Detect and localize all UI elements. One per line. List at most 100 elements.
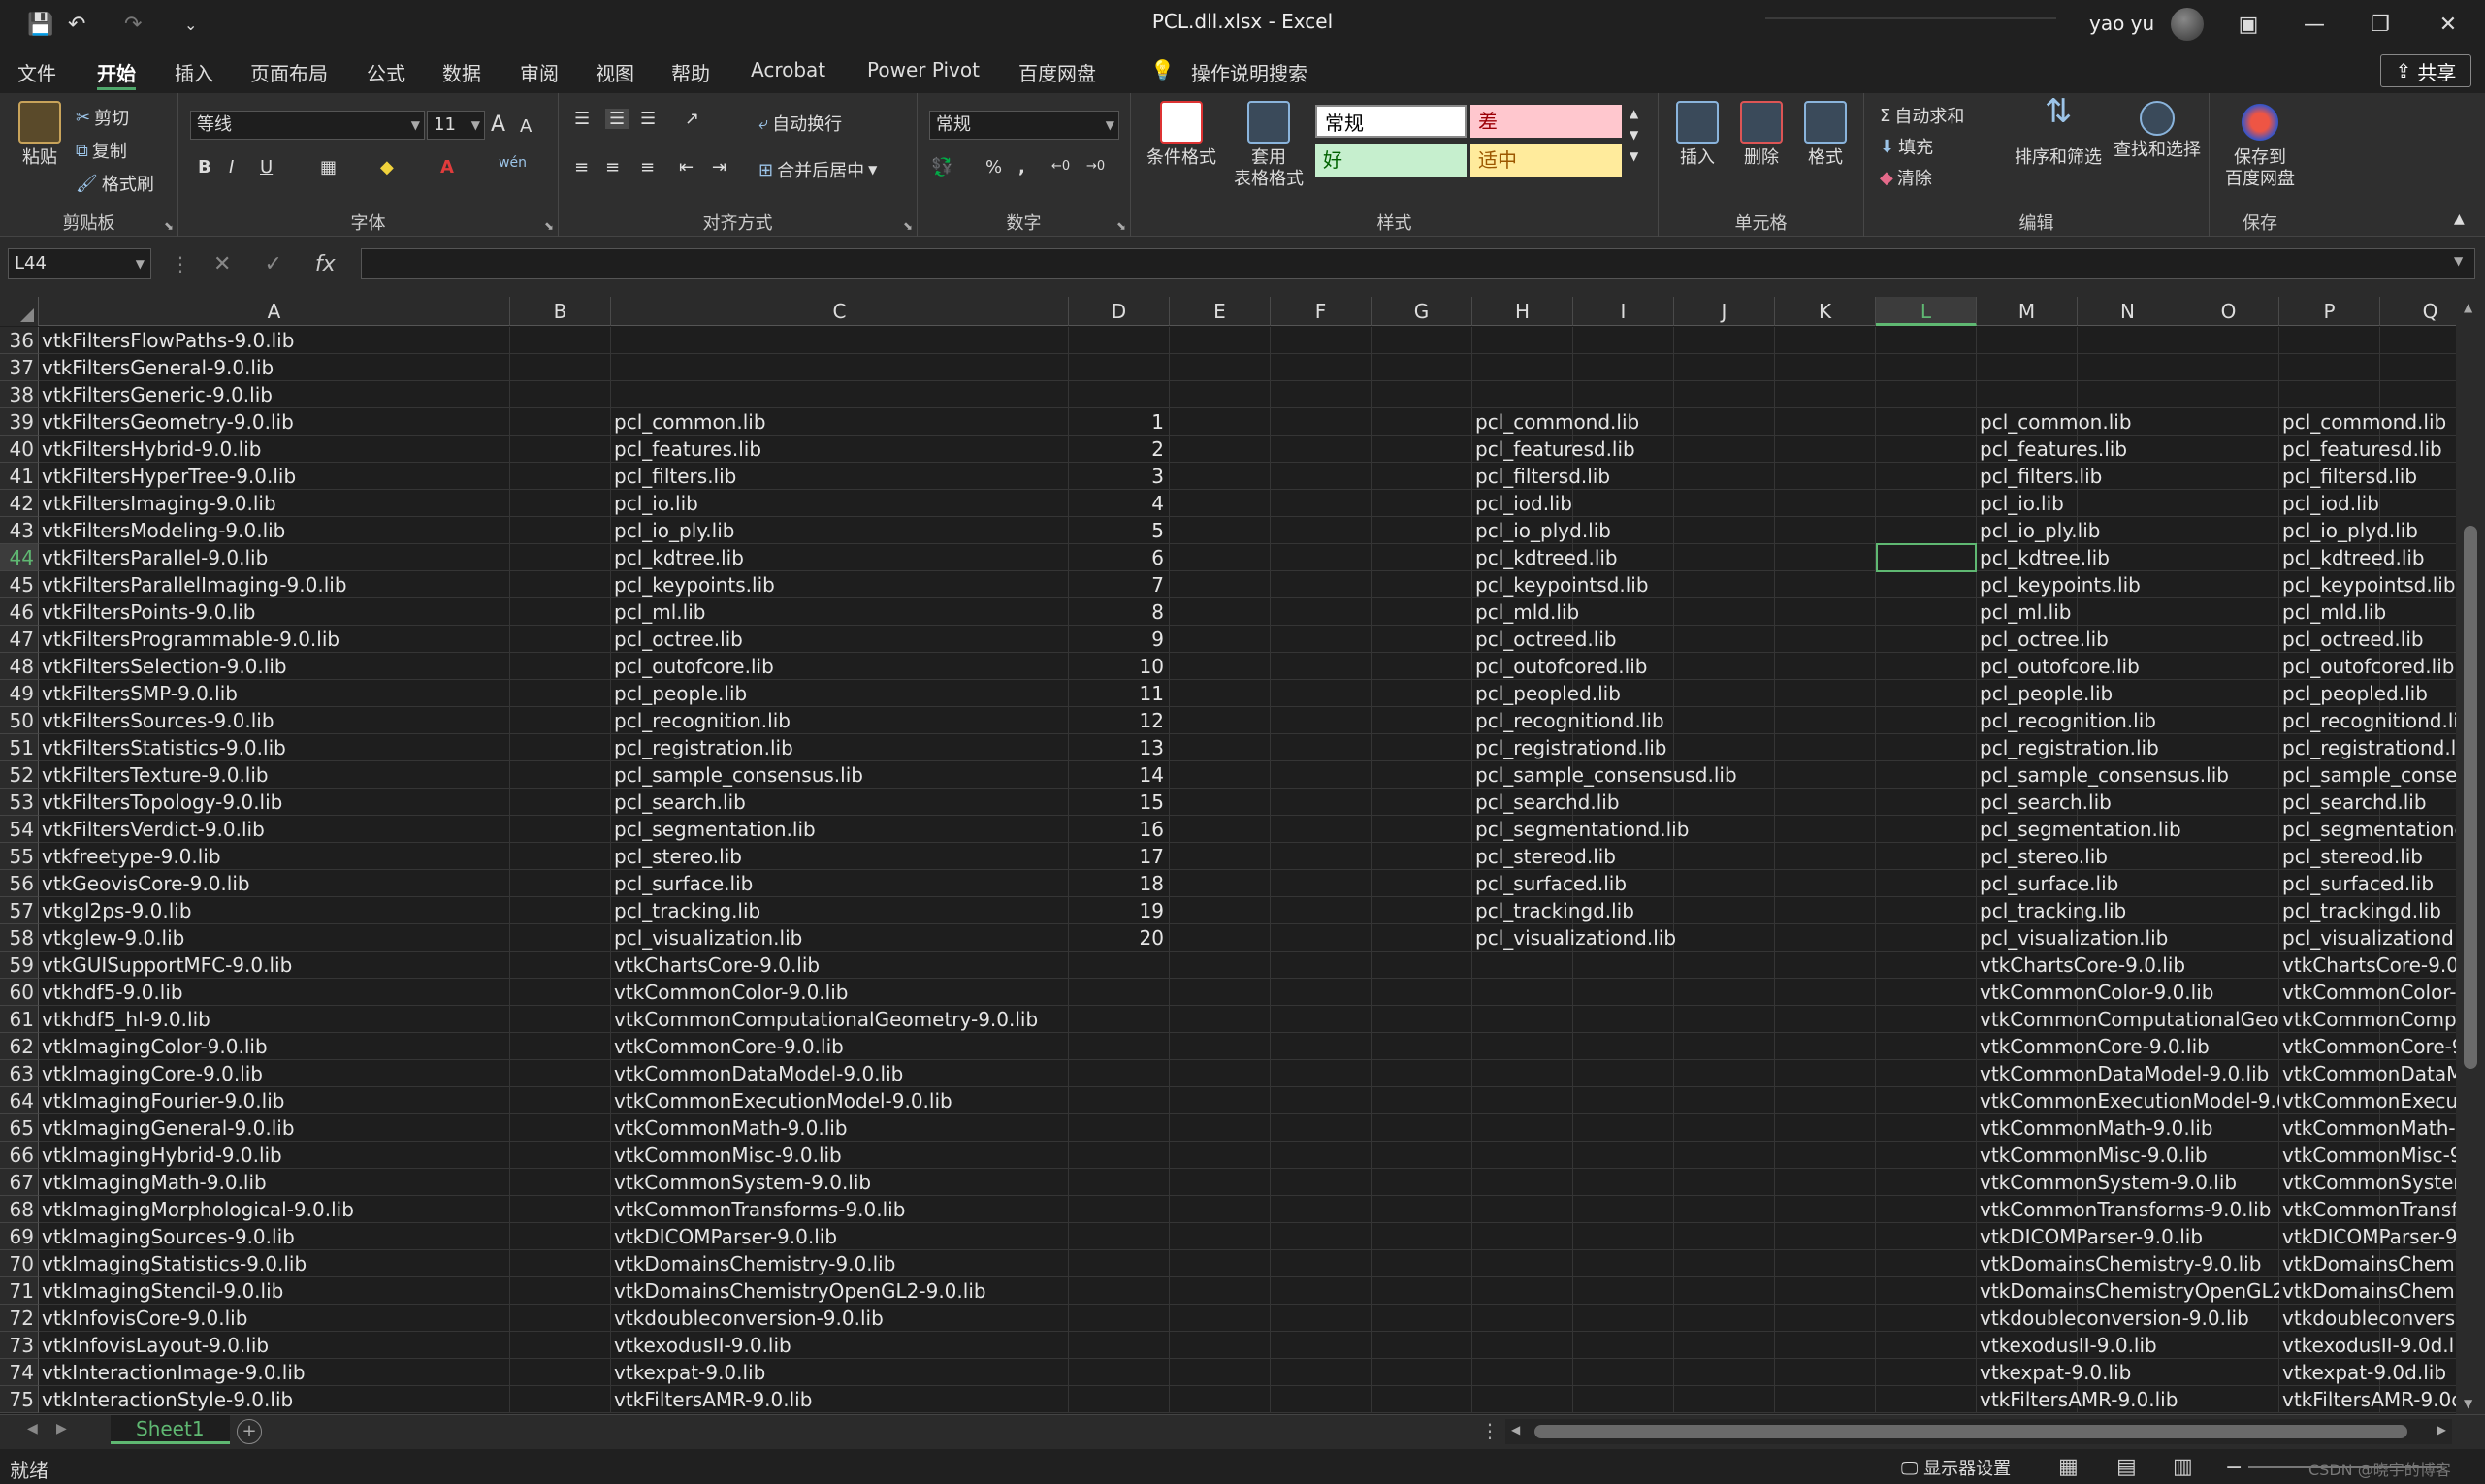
grid-cell[interactable] [1775, 1169, 1876, 1196]
grid-cell[interactable] [1271, 517, 1372, 544]
cell-d46[interactable]: 8 [1069, 598, 1170, 626]
grid-cell[interactable] [1775, 1196, 1876, 1223]
cell-a37[interactable]: vtkFiltersGeneral-9.0.lib [39, 354, 510, 381]
grid-cell[interactable] [510, 381, 611, 408]
grid-cell[interactable] [510, 1006, 611, 1033]
cell-a66[interactable]: vtkImagingHybrid-9.0.lib [39, 1142, 510, 1169]
grid-cell[interactable] [1271, 1305, 1372, 1332]
cell-c41[interactable]: pcl_filters.lib [611, 463, 1069, 490]
grid-cell[interactable] [1876, 707, 1977, 734]
cell-m65[interactable]: vtkCommonMath-9.0.lib [1977, 1114, 2279, 1142]
grid-cell[interactable] [1472, 1114, 1573, 1142]
grid-cell[interactable] [1372, 463, 1472, 490]
cell-p69[interactable]: vtkDICOMParser-9.0d.lib [2279, 1223, 2456, 1250]
column-header-f[interactable]: F [1271, 297, 1372, 326]
grid-cell[interactable] [1472, 1060, 1573, 1087]
grid-cell[interactable] [1271, 1196, 1372, 1223]
grid-cell[interactable] [510, 1223, 611, 1250]
cell-m43[interactable]: pcl_io_ply.lib [1977, 517, 2279, 544]
accounting-format-icon[interactable]: 💱 [931, 157, 952, 177]
grid-cell[interactable] [510, 897, 611, 924]
ribbon-display-options-icon[interactable]: ▣ [2215, 0, 2281, 48]
style-bad[interactable]: 差 [1470, 105, 1622, 138]
grid-cell[interactable] [1876, 979, 1977, 1006]
grid-cell[interactable] [1069, 1114, 1170, 1142]
row-header[interactable]: 61 [0, 1006, 39, 1033]
cell-a68[interactable]: vtkImagingMorphological-9.0.lib [39, 1196, 510, 1223]
grid-cell[interactable] [1472, 1142, 1573, 1169]
grid-cell[interactable] [510, 680, 611, 707]
grid-cell[interactable] [510, 598, 611, 626]
grid-cell[interactable] [1069, 1006, 1170, 1033]
grid-cell[interactable] [1573, 354, 1674, 381]
grid-cell[interactable] [1775, 1060, 1876, 1087]
cell-c47[interactable]: pcl_octree.lib [611, 626, 1069, 653]
cell-c67[interactable]: vtkCommonSystem-9.0.lib [611, 1169, 1069, 1196]
grid-cell[interactable] [1775, 381, 1876, 408]
grid-cell[interactable] [1170, 1114, 1271, 1142]
grid-cell[interactable] [1876, 1006, 1977, 1033]
grid-cell[interactable] [2380, 354, 2456, 381]
cell-a46[interactable]: vtkFiltersPoints-9.0.lib [39, 598, 510, 626]
grid-cell[interactable] [1775, 1250, 1876, 1277]
worksheet-grid[interactable]: ABCDEFGHIJKLMNOPQ 36 vtkFiltersFlowPaths-… [0, 297, 2456, 1414]
cell-p42[interactable]: pcl_iod.lib [2279, 490, 2456, 517]
grid-cell[interactable] [1876, 761, 1977, 789]
cell-m44[interactable]: pcl_kdtree.lib [1977, 544, 2279, 571]
row-header[interactable]: 45 [0, 571, 39, 598]
restore-button[interactable]: ❐ [2347, 0, 2413, 48]
cell-m41[interactable]: pcl_filters.lib [1977, 463, 2279, 490]
cell-m50[interactable]: pcl_recognition.lib [1977, 707, 2279, 734]
cell-a70[interactable]: vtkImagingStatistics-9.0.lib [39, 1250, 510, 1277]
cell-h56[interactable]: pcl_surfaced.lib [1472, 870, 1876, 897]
row-header[interactable]: 44 [0, 544, 39, 571]
grid-cell[interactable] [2178, 354, 2279, 381]
grid-cell[interactable] [1876, 1359, 1977, 1386]
grid-cell[interactable] [1372, 1169, 1472, 1196]
grid-cell[interactable] [1775, 1332, 1876, 1359]
grid-cell[interactable] [1170, 1169, 1271, 1196]
cell-d39[interactable]: 1 [1069, 408, 1170, 436]
phonetic-button[interactable]: wén [499, 155, 527, 171]
cell-d53[interactable]: 15 [1069, 789, 1170, 816]
grid-cell[interactable] [1472, 1169, 1573, 1196]
cell-m64[interactable]: vtkCommonExecutionModel-9.0.lib [1977, 1087, 2279, 1114]
cell-m47[interactable]: pcl_octree.lib [1977, 626, 2279, 653]
increase-indent-icon[interactable]: ⇥ [712, 157, 726, 177]
grid-cell[interactable] [510, 1332, 611, 1359]
grid-cell[interactable] [1876, 816, 1977, 843]
cell-a43[interactable]: vtkFiltersModeling-9.0.lib [39, 517, 510, 544]
cell-m48[interactable]: pcl_outofcore.lib [1977, 653, 2279, 680]
cell-a53[interactable]: vtkFiltersTopology-9.0.lib [39, 789, 510, 816]
cell-a44[interactable]: vtkFiltersParallel-9.0.lib [39, 544, 510, 571]
grid-cell[interactable] [1372, 1196, 1472, 1223]
vertical-scroll-thumb[interactable] [2464, 526, 2477, 1069]
grid-cell[interactable] [1674, 381, 1775, 408]
grid-cell[interactable] [1271, 1169, 1372, 1196]
row-header[interactable]: 53 [0, 789, 39, 816]
collapse-ribbon-icon[interactable]: ▲ [2454, 211, 2465, 227]
grid-cell[interactable] [1170, 734, 1271, 761]
cancel-icon[interactable]: ✕ [213, 252, 231, 276]
scroll-right-icon[interactable]: ▶ [2437, 1423, 2446, 1436]
cell-d44[interactable]: 6 [1069, 544, 1170, 571]
cell-p41[interactable]: pcl_filtersd.lib [2279, 463, 2456, 490]
scroll-down-icon[interactable]: ▼ [2464, 1397, 2472, 1410]
row-header[interactable]: 66 [0, 1142, 39, 1169]
cell-p57[interactable]: pcl_trackingd.lib [2279, 897, 2456, 924]
cell-h57[interactable]: pcl_trackingd.lib [1472, 897, 1876, 924]
next-sheet-icon[interactable]: ▶ [56, 1421, 67, 1436]
cell-p66[interactable]: vtkCommonMisc-9.0d.lib [2279, 1142, 2456, 1169]
cell-d47[interactable]: 9 [1069, 626, 1170, 653]
align-right-icon[interactable]: ≡ [640, 157, 655, 177]
cell-a56[interactable]: vtkGeovisCore-9.0.lib [39, 870, 510, 897]
cell-m68[interactable]: vtkCommonTransforms-9.0.lib [1977, 1196, 2279, 1223]
cell-m62[interactable]: vtkCommonCore-9.0.lib [1977, 1033, 2279, 1060]
align-left-icon[interactable]: ≡ [574, 157, 589, 177]
display-settings-button[interactable]: 🖵 显示器设置 [1901, 1455, 2011, 1480]
active-cell-selection[interactable] [1876, 543, 1977, 572]
grid-cell[interactable] [1674, 1142, 1775, 1169]
align-center-icon[interactable]: ≡ [605, 157, 620, 177]
page-break-view-icon[interactable]: ▥ [2173, 1455, 2193, 1479]
grid-cell[interactable] [1472, 1196, 1573, 1223]
